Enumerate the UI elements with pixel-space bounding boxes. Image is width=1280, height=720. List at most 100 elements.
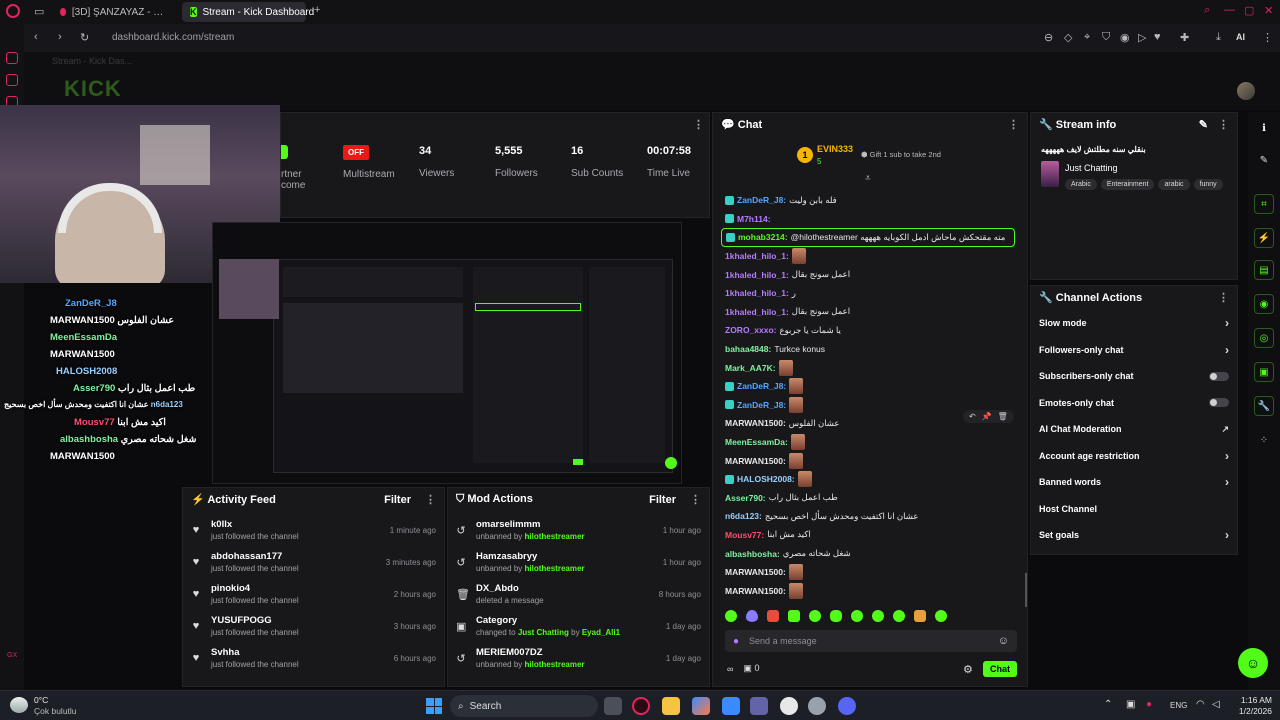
mod-action-by[interactable]: Just Chatting — [518, 628, 569, 637]
mod-action-row[interactable]: ▣ Category changed to Just Chatting by Eya… — [448, 610, 709, 642]
chat-username[interactable]: 1khaled_hilo_1: — [725, 288, 789, 298]
emote-icon[interactable] — [767, 610, 779, 622]
volume-icon[interactable]: ◁ — [1212, 699, 1220, 710]
stream-info-kebab-icon[interactable]: ⋮ — [1218, 119, 1229, 131]
mod-action-row[interactable]: ↺ MERIEM007DZ unbanned by hilothestreamer 1… — [448, 642, 709, 674]
chat-message[interactable]: 1khaled_hilo_1: ر — [713, 284, 1023, 303]
reply-icon[interactable]: ↶ — [969, 412, 976, 421]
edit-icon[interactable]: ✎ — [1199, 119, 1208, 131]
chat-username[interactable]: n6da123: — [725, 511, 762, 521]
mod-action-subject[interactable]: MERIEM007DZ — [476, 647, 585, 658]
chat-username[interactable]: Mark_AA7K: — [725, 363, 776, 373]
emote-icon[interactable] — [809, 610, 821, 622]
chat-username[interactable]: HALOSH2008: — [737, 474, 795, 484]
music-app-icon[interactable] — [780, 697, 798, 715]
steam-icon[interactable] — [808, 697, 826, 715]
reload-icon[interactable]: ↻ — [80, 31, 89, 44]
chat-send-button[interactable]: Chat — [983, 661, 1017, 677]
crop-icon[interactable]: ⌗ — [1254, 194, 1274, 214]
emote-icon[interactable] — [746, 610, 758, 622]
extensions-icon[interactable]: ✚ — [1180, 31, 1189, 44]
channel-action-item[interactable]: Host Channel — [1031, 496, 1237, 523]
task-view-icon[interactable] — [604, 697, 622, 715]
mod-action-by-user[interactable]: Eyad_Ali1 — [582, 628, 620, 637]
tag[interactable]: Enterainment — [1100, 179, 1155, 190]
chat-username[interactable]: albashbosha: — [725, 549, 780, 559]
start-button[interactable] — [426, 698, 442, 714]
chat-message[interactable]: 1khaled_hilo_1: — [713, 247, 1023, 266]
channel-action-item[interactable]: Slow mode › — [1031, 310, 1237, 337]
category-name[interactable]: Just Chatting — [1065, 163, 1118, 173]
chat-filter-icon[interactable]: ⩡ — [865, 173, 871, 184]
tag[interactable]: funny — [1193, 179, 1223, 190]
opera-gx-icon[interactable] — [6, 4, 20, 18]
workspaces-icon[interactable]: ▭ — [34, 5, 44, 18]
tray-app-icon[interactable]: ▣ — [1126, 699, 1135, 710]
chat-message[interactable]: ZORO_xxxo: يا شمات يا جربوع — [713, 321, 1023, 340]
activity-username[interactable]: Svhha — [211, 647, 299, 658]
activity-username[interactable]: k0llx — [211, 519, 299, 530]
chat-username[interactable]: MARWAN1500: — [725, 586, 786, 596]
minimize-button[interactable]: — — [1224, 4, 1235, 16]
taskbar-search[interactable]: ⌕ Search — [450, 695, 598, 717]
emote-icon[interactable] — [893, 610, 905, 622]
chat-message[interactable]: MARWAN1500: — [713, 563, 1023, 582]
activity-row[interactable]: ♥ Svhha just followed the channel 6 hours a… — [183, 642, 444, 674]
chat-message[interactable]: Asser790: طب اعمل بثال راب — [713, 489, 1023, 508]
info-icon[interactable]: ℹ — [1254, 118, 1274, 138]
stream-preview[interactable] — [212, 222, 682, 484]
chat-username[interactable]: MARWAN1500: — [725, 418, 786, 428]
emote-icon[interactable] — [830, 610, 842, 622]
chat-username[interactable]: Asser790: — [725, 493, 766, 503]
new-tab-button[interactable]: + — [314, 4, 320, 16]
teams-icon[interactable] — [750, 697, 768, 715]
emote-icon[interactable] — [935, 610, 947, 622]
chat-username[interactable]: MARWAN1500: — [725, 456, 786, 466]
chat-username[interactable]: Mousv77: — [725, 530, 764, 540]
shield-icon[interactable]: ⛉ — [1102, 31, 1110, 44]
emoji-picker-icon[interactable]: ☺ — [998, 635, 1009, 647]
weather-widget[interactable]: 0°C Çok bulutlu — [34, 695, 77, 717]
copilot-icon[interactable] — [692, 697, 710, 715]
channel-action-item[interactable]: Account age restriction › — [1031, 443, 1237, 470]
channel-action-item[interactable]: Followers-only chat › — [1031, 337, 1237, 364]
play-icon[interactable]: ▷ — [1138, 31, 1146, 44]
chat-username[interactable]: 1khaled_hilo_1: — [725, 251, 789, 261]
chat-message[interactable]: 1khaled_hilo_1: اعمل سونج بقال — [713, 265, 1023, 284]
chat-username[interactable]: 1khaled_hilo_1: — [725, 270, 789, 280]
chat-username[interactable]: 1khaled_hilo_1: — [725, 307, 789, 317]
store-icon[interactable] — [722, 697, 740, 715]
channel-action-item[interactable]: Subscribers-only chat — [1031, 363, 1237, 390]
emote-icon[interactable] — [788, 610, 800, 622]
emote-icon[interactable] — [725, 610, 737, 622]
tray-chevron-icon[interactable]: ⌃ — [1104, 699, 1112, 710]
maximize-button[interactable]: ▢ — [1244, 4, 1254, 17]
pin-message-icon[interactable]: 📌 — [982, 412, 992, 421]
chat-scrollbar[interactable] — [1025, 573, 1027, 607]
tag[interactable]: Arabic — [1065, 179, 1097, 190]
discord-icon[interactable] — [838, 697, 856, 715]
search-tabs-icon[interactable]: ⌕ — [1204, 4, 1210, 17]
mod-action-by[interactable]: hilothestreamer — [525, 660, 585, 669]
bookmark-icon[interactable]: ◇ — [1064, 31, 1072, 44]
emote-icon[interactable] — [872, 610, 884, 622]
chat-message[interactable]: 1khaled_hilo_1: اعمل سونج بقال — [713, 303, 1023, 322]
chat-icon[interactable]: ◉ — [1254, 294, 1274, 314]
gift-sub-prompt[interactable]: ⬢ Gift 1 sub to take 2nd — [861, 150, 941, 159]
apps-icon[interactable]: ⁘ — [1254, 430, 1274, 450]
store-icon[interactable]: ▣ — [1254, 362, 1274, 382]
chat-username[interactable]: ZanDeR_J8: — [737, 400, 786, 410]
channel-action-item[interactable]: Emotes-only chat — [1031, 390, 1237, 417]
mic-tray-icon[interactable]: ● — [1146, 699, 1152, 710]
mod-action-subject[interactable]: omarselimmm — [476, 519, 585, 530]
chat-username[interactable]: M7h114: — [737, 214, 771, 224]
chat-username[interactable]: bahaa4848: — [725, 344, 771, 354]
message-input[interactable]: ● Send a message ☺ — [725, 630, 1017, 652]
chat-message[interactable]: MARWAN1500: — [713, 451, 1023, 470]
close-window-button[interactable]: ✕ — [1264, 4, 1273, 17]
language-indicator[interactable]: ENG — [1170, 701, 1187, 710]
tab-music[interactable]: [3D] ŞANZAYAZ - SEVDİĞİM — [52, 2, 176, 22]
channel-action-item[interactable]: AI Chat Moderation ↗ — [1031, 416, 1237, 443]
emote-icon[interactable] — [851, 610, 863, 622]
activity-kebab-icon[interactable]: ⋮ — [425, 494, 436, 506]
